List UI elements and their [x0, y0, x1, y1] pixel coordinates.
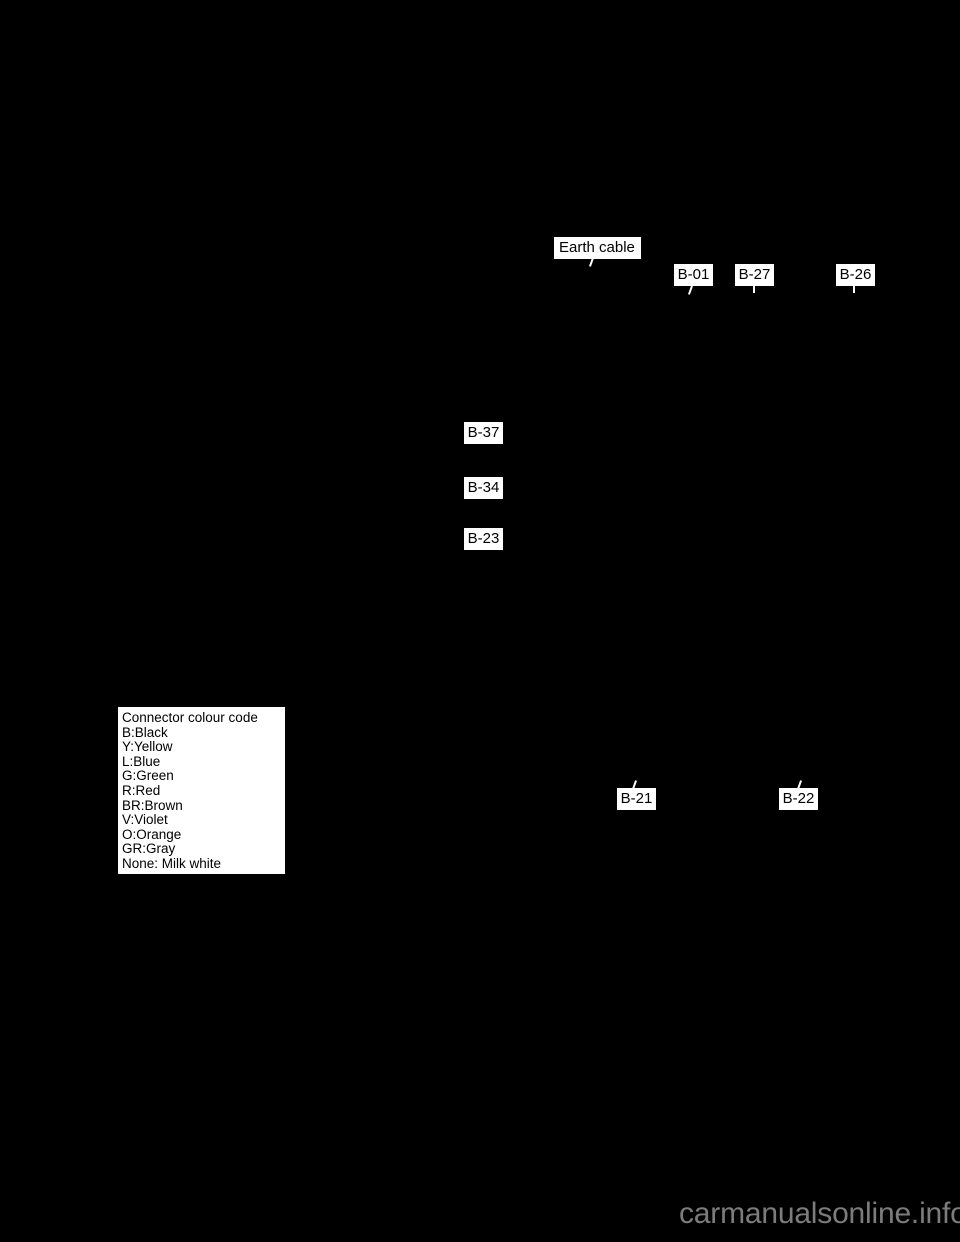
legend-entry-v: V:Violet: [122, 812, 168, 828]
legend-entry-y: Y:Yellow: [122, 739, 173, 755]
legend-entry-r: R:Red: [122, 782, 161, 798]
callout-b-21: B-21: [617, 788, 656, 810]
connector-colour-code-legend: Connector colour code B:Black Y:Yellow L…: [118, 707, 285, 874]
callout-b-34: B-34: [464, 477, 503, 499]
callout-earth-cable: Earth cable: [554, 237, 641, 259]
callout-b-27-pointer: [753, 286, 755, 293]
callout-b-22: B-22: [779, 788, 818, 810]
callout-b-26-pointer: [853, 286, 855, 293]
callout-b-23: B-23: [464, 528, 503, 550]
legend-entry-o: O:Orange: [122, 826, 182, 842]
legend-entry-g: G:Green: [122, 768, 174, 784]
callout-b-26: B-26: [836, 264, 875, 286]
legend-entry-l: L:Blue: [122, 753, 161, 769]
diagram-page: Earth cable B-01 B-27 B-26 B-37 B-34 B-2…: [0, 0, 960, 1242]
callout-b-37: B-37: [464, 422, 503, 444]
legend-title: Connector colour code: [122, 710, 258, 725]
legend-entry-gr: GR:Gray: [122, 841, 176, 857]
legend-entry-br: BR:Brown: [122, 797, 183, 813]
callout-earth-cable-pointer: [588, 257, 594, 267]
legend-entry-b: B:Black: [122, 724, 168, 740]
site-watermark: carmanualsonline.info: [679, 1197, 960, 1230]
callout-b-01-pointer: [687, 285, 693, 295]
callout-b-27: B-27: [735, 264, 774, 286]
legend-entry-none: None: Milk white: [122, 855, 222, 871]
callout-b-01: B-01: [674, 264, 713, 286]
